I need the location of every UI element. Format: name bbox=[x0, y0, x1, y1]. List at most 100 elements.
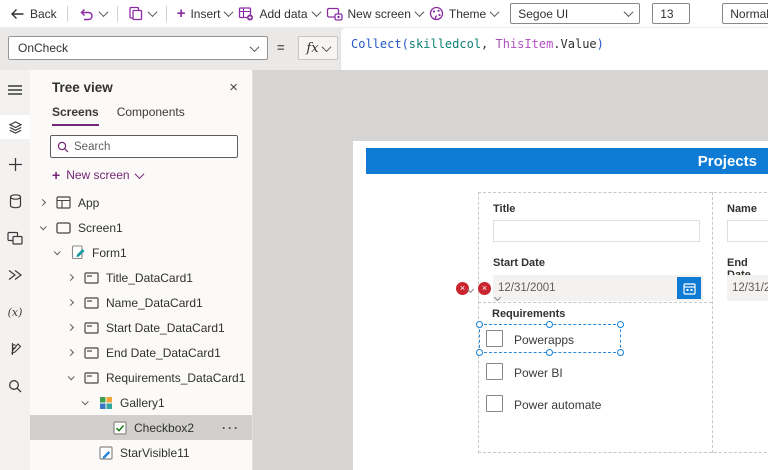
undo-button[interactable] bbox=[78, 7, 94, 21]
tab-components[interactable]: Components bbox=[117, 105, 185, 126]
theme-button[interactable]: Theme bbox=[429, 6, 500, 21]
fx-label: fx bbox=[306, 40, 319, 56]
resize-handle[interactable] bbox=[617, 321, 624, 328]
back-arrow-icon bbox=[10, 8, 25, 20]
calendar-button[interactable] bbox=[677, 277, 701, 299]
property-dropdown[interactable]: OnCheck bbox=[8, 36, 268, 60]
tree-item-name-datacard1[interactable]: Name_DataCard1 bbox=[30, 290, 252, 315]
calendar-icon bbox=[682, 282, 696, 295]
tree-view-header: Tree view × bbox=[30, 70, 252, 101]
canvas-title-bar[interactable]: Projects bbox=[366, 148, 768, 174]
end-date-value: 12/31/2001 bbox=[732, 282, 768, 294]
advanced-tools-icon[interactable] bbox=[0, 337, 30, 361]
chevron-down-icon[interactable] bbox=[39, 223, 55, 231]
tree-item-title-datacard1[interactable]: Title_DataCard1 bbox=[30, 265, 252, 290]
equals-sign: = bbox=[277, 40, 285, 55]
paste-menu-chevron[interactable] bbox=[147, 7, 158, 18]
tree-tabs: Screens Components bbox=[30, 101, 252, 126]
resize-handle[interactable] bbox=[476, 349, 483, 356]
chevron-right-icon[interactable] bbox=[66, 273, 83, 282]
new-screen-button[interactable]: New screen bbox=[326, 7, 425, 21]
add-data-icon bbox=[238, 6, 254, 21]
requirements-label: Requirements bbox=[492, 308, 566, 320]
font-size-value: 13 bbox=[660, 6, 674, 21]
plus-icon: + bbox=[52, 167, 61, 183]
chevron-right-icon[interactable] bbox=[66, 323, 83, 332]
more-options-icon[interactable]: ··· bbox=[222, 421, 240, 435]
title-field-label: Title bbox=[493, 203, 516, 215]
tree-item-app[interactable]: App bbox=[30, 190, 252, 215]
tree-item-requirements-datacard1[interactable]: Requirements_DataCard1 bbox=[30, 365, 252, 390]
font-family-select[interactable]: Segoe UI bbox=[510, 3, 641, 24]
start-date-input[interactable]: 12/31/2001 bbox=[493, 275, 703, 301]
new-screen-tree-button[interactable]: + New screen bbox=[30, 158, 252, 190]
chevron-right-icon[interactable] bbox=[66, 298, 83, 307]
chevron-right-icon[interactable] bbox=[66, 348, 83, 357]
chevron-right-icon[interactable] bbox=[38, 198, 55, 207]
variables-icon[interactable]: (x) bbox=[0, 300, 30, 324]
back-button[interactable]: Back bbox=[10, 7, 57, 21]
resize-handle[interactable] bbox=[546, 349, 553, 356]
name-input[interactable] bbox=[727, 220, 768, 242]
chevron-down-icon bbox=[623, 7, 634, 18]
tree-view-title: Tree view bbox=[52, 80, 113, 95]
resize-handle[interactable] bbox=[546, 321, 553, 328]
chevron-down-icon bbox=[249, 41, 260, 52]
tree-item-starvisible11[interactable]: StarVisible11 bbox=[30, 440, 252, 465]
checkbox-power-bi[interactable] bbox=[486, 363, 503, 380]
insert-icon[interactable] bbox=[0, 152, 30, 176]
chevron-down-icon[interactable] bbox=[53, 248, 69, 256]
checkbox-power-automate[interactable] bbox=[486, 395, 503, 412]
top-toolbar: Back + Insert Add data New screen Theme … bbox=[0, 0, 768, 28]
chevron-down-icon bbox=[414, 7, 425, 18]
tree-search-box[interactable] bbox=[50, 135, 238, 158]
tree-view-icon[interactable] bbox=[0, 115, 30, 139]
undo-menu-chevron[interactable] bbox=[98, 7, 109, 18]
font-weight-select[interactable]: Normal bbox=[722, 3, 768, 24]
tab-screens[interactable]: Screens bbox=[52, 105, 99, 126]
fx-button[interactable]: fx bbox=[298, 36, 338, 60]
add-data-label: Add data bbox=[259, 6, 308, 21]
font-size-select[interactable]: 13 bbox=[652, 3, 691, 24]
datacard-icon bbox=[83, 345, 100, 360]
font-family-value: Segoe UI bbox=[518, 6, 569, 21]
resize-handle[interactable] bbox=[476, 321, 483, 328]
insert-button[interactable]: + Insert bbox=[176, 5, 234, 22]
theme-palette-icon bbox=[429, 6, 444, 21]
tree-item-enddate-datacard1[interactable]: End Date_DataCard1 bbox=[30, 340, 252, 365]
resize-handle[interactable] bbox=[617, 349, 624, 356]
divider bbox=[116, 5, 118, 22]
add-data-button[interactable]: Add data bbox=[238, 6, 321, 21]
hamburger-menu-icon[interactable] bbox=[0, 78, 30, 102]
close-icon[interactable]: × bbox=[229, 80, 238, 95]
tree-item-startdate-datacard1[interactable]: Start Date_DataCard1 bbox=[30, 315, 252, 340]
error-icon[interactable]: × bbox=[478, 282, 491, 295]
end-date-input[interactable]: 12/31/2001 bbox=[727, 275, 768, 301]
tree-item-form1[interactable]: Form1 bbox=[30, 240, 252, 265]
theme-label: Theme bbox=[448, 6, 487, 21]
chevron-down-icon[interactable] bbox=[81, 398, 97, 406]
chevron-down-icon[interactable] bbox=[67, 373, 83, 381]
checkbox-power-bi-label: Power BI bbox=[514, 366, 563, 380]
checkbox-powerapps[interactable] bbox=[486, 330, 503, 347]
requirements-card-top-border bbox=[478, 302, 712, 303]
search-icon[interactable] bbox=[0, 374, 30, 398]
media-icon[interactable] bbox=[0, 226, 30, 250]
start-date-label: Start Date bbox=[493, 257, 545, 269]
tree-item-gallery1[interactable]: Gallery1 bbox=[30, 390, 252, 415]
power-automate-icon[interactable] bbox=[0, 263, 30, 287]
data-icon[interactable] bbox=[0, 189, 30, 213]
search-input[interactable] bbox=[74, 140, 194, 153]
title-input[interactable] bbox=[493, 220, 700, 242]
plus-icon: + bbox=[176, 5, 186, 22]
clipboard-icon bbox=[128, 6, 143, 21]
tree-item-checkbox2[interactable]: Checkbox2 ··· bbox=[30, 415, 252, 440]
name-field-label: Name bbox=[727, 203, 757, 215]
tree-item-screen1[interactable]: Screen1 bbox=[30, 215, 252, 240]
paste-button[interactable] bbox=[128, 6, 143, 21]
checkbox-powerapps-label: Powerapps bbox=[514, 333, 575, 347]
property-value: OnCheck bbox=[18, 41, 69, 55]
datacard-icon bbox=[83, 295, 100, 310]
datacard-icon bbox=[83, 370, 100, 385]
tree-item-errormessage11[interactable]: ErrorMessage11 bbox=[30, 465, 252, 470]
